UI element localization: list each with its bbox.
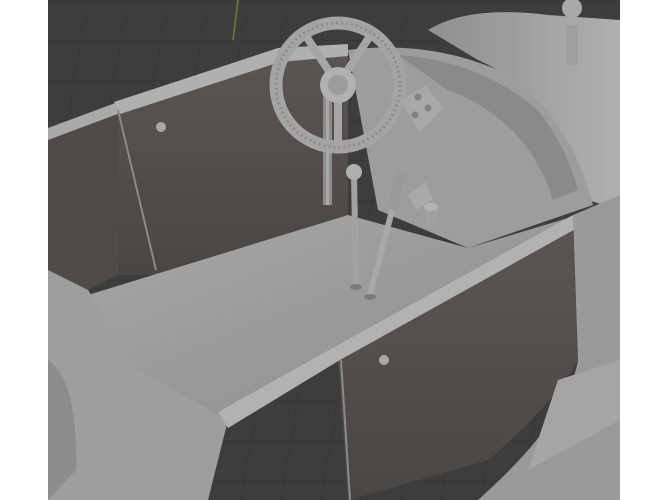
dash-knob — [566, 25, 578, 65]
front-wall-bolt — [379, 355, 389, 365]
viewport-3d[interactable] — [48, 0, 620, 500]
left-wall-outer — [48, 110, 118, 290]
back-wall-bolt — [156, 122, 166, 132]
